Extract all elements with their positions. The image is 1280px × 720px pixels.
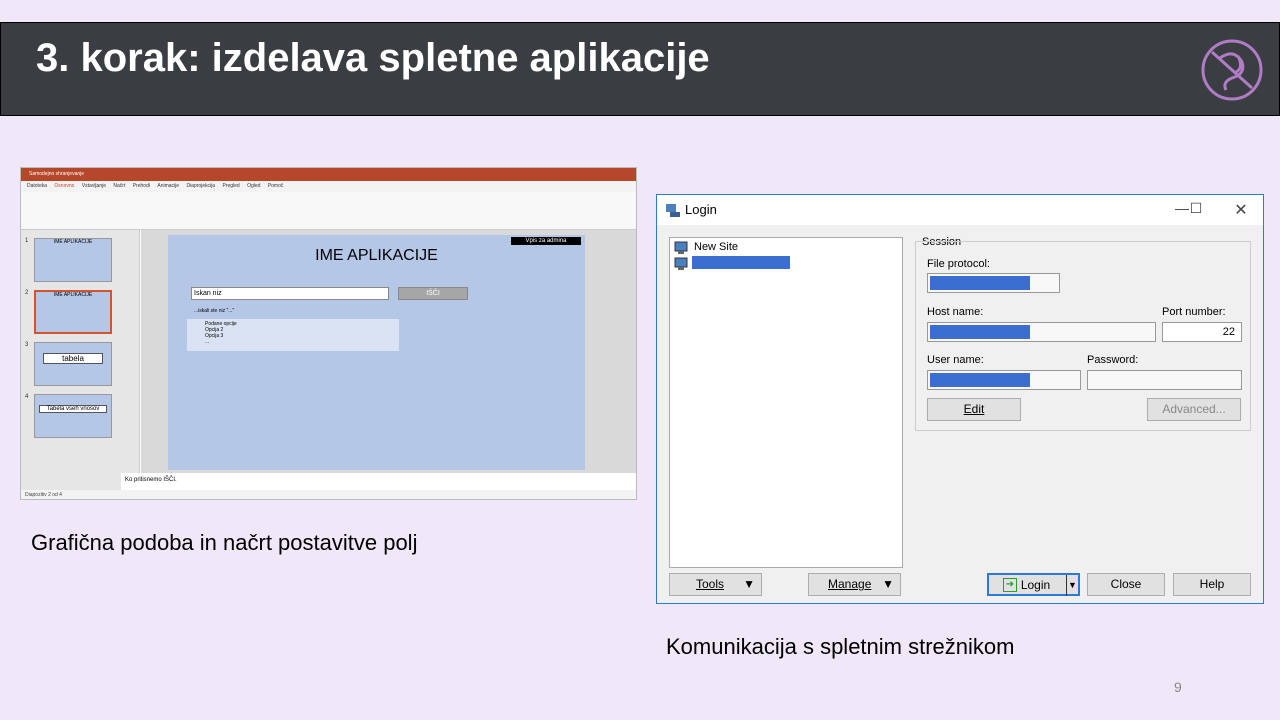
chevron-down-icon: ▼	[882, 577, 894, 591]
host-name-input[interactable]	[927, 322, 1156, 342]
computer-icon	[666, 204, 680, 217]
login-button[interactable]: ➜ Login ▼	[987, 573, 1080, 596]
ppt-menu-item[interactable]: Pregled	[222, 183, 239, 189]
file-protocol-select[interactable]	[927, 273, 1060, 293]
host-name-label: Host name:	[927, 306, 984, 318]
help-button[interactable]: Help	[1173, 573, 1251, 596]
password-label: Password:	[1087, 354, 1139, 366]
search-button[interactable]: IŠČI	[398, 287, 468, 300]
ppt-menu-item[interactable]: Datoteka	[27, 183, 47, 189]
ppt-slide-title: IME APLIKACIJE	[315, 247, 438, 264]
site-icon	[674, 257, 688, 270]
advanced-button[interactable]: Advanced...	[1147, 398, 1241, 421]
caption-left: Grafična podoba in načrt postavitve polj	[31, 530, 418, 555]
thumb-number: 1	[25, 238, 29, 244]
login-icon: ➜	[1003, 578, 1017, 592]
ppt-notes[interactable]: Ko pritisnemo IŠČI.	[121, 473, 636, 490]
tree-item-new-site[interactable]: New Site	[694, 241, 738, 253]
port-number-label: Port number:	[1162, 306, 1226, 318]
ppt-menu-item[interactable]: Načrt	[113, 183, 125, 189]
chevron-down-icon: ▼	[743, 577, 755, 591]
ppt-menu-item[interactable]: Ogled	[247, 183, 260, 189]
ppt-title-bar: Samodejno shranjevanje	[21, 168, 636, 181]
thumb-number: 3	[25, 342, 29, 348]
results-heading: ...iskali ste niz "..."	[194, 308, 235, 314]
password-input[interactable]	[1087, 370, 1242, 390]
close-button[interactable]: Close	[1087, 573, 1165, 596]
thumb-slide-1[interactable]: IME APLIKACIJE	[34, 238, 112, 282]
caption-right: Komunikacija s spletnim strežnikom	[666, 634, 1015, 659]
slide-title: 3. korak: izdelava spletne aplikacije	[36, 36, 710, 80]
logo-icon	[1201, 39, 1263, 101]
thumb-slide-4[interactable]: Tabela vseh vnosov	[34, 394, 112, 438]
admin-login-button[interactable]: Vpis za admina	[511, 237, 581, 245]
ppt-menu: Datoteka Osnovno Vstavljanje Načrt Preho…	[21, 181, 636, 192]
ppt-menu-item[interactable]: Animacije	[157, 183, 179, 189]
port-number-input[interactable]: 22	[1162, 322, 1242, 342]
ppt-menu-item[interactable]: Vstavljanje	[82, 183, 106, 189]
ppt-menu-item[interactable]: Osnovno	[54, 183, 74, 189]
close-window-button[interactable]: ✕	[1231, 200, 1251, 220]
ppt-menu-item[interactable]: Prehodi	[133, 183, 150, 189]
ppt-menu-item[interactable]: Diaprojekcija	[186, 183, 215, 189]
thumb-number: 4	[25, 394, 29, 400]
tree-item-redacted[interactable]	[692, 256, 790, 269]
user-name-label: User name:	[927, 354, 984, 366]
dialog-title: Login	[685, 202, 717, 217]
tools-button[interactable]: Tools ▼	[669, 573, 762, 596]
search-input[interactable]: Iskan niz	[191, 287, 389, 300]
powerpoint-screenshot: Samodejno shranjevanje Datoteka Osnovno …	[20, 167, 637, 500]
chevron-down-icon[interactable]: ▼	[1066, 575, 1078, 596]
thumb-number: 2	[25, 290, 29, 296]
ppt-thumbnails: 1 IME APLIKACIJE 2 IME APLIKACIJE 3 tabe…	[21, 230, 140, 493]
site-tree[interactable]: New Site	[669, 237, 903, 568]
dialog-title-bar: Login — ☐ ✕	[657, 195, 1263, 225]
thumb-slide-3[interactable]: tabela	[34, 342, 112, 386]
results-list: Podane opcije Opcija 2 Opcija 3 ...	[187, 319, 399, 351]
login-dialog: Login — ☐ ✕ New Site Session File protoc…	[656, 194, 1264, 604]
manage-button[interactable]: Manage ▼	[808, 573, 901, 596]
edit-button[interactable]: Edit	[927, 398, 1021, 421]
maximize-button[interactable]: ☐	[1186, 200, 1206, 217]
ppt-menu-item[interactable]: Pomoč	[268, 183, 284, 189]
user-name-input[interactable]	[927, 370, 1081, 390]
ppt-slide: IME APLIKACIJE Vpis za admina Iskan niz …	[168, 235, 585, 470]
result-item[interactable]: ...	[205, 339, 399, 345]
new-site-icon	[674, 241, 688, 254]
page-number: 9	[1174, 679, 1182, 695]
file-protocol-label: File protocol:	[927, 258, 990, 270]
thumb-slide-2[interactable]: IME APLIKACIJE	[34, 290, 112, 334]
ppt-ribbon	[21, 192, 636, 230]
ppt-status-bar: Diapozitiv 2 od 4	[21, 490, 636, 499]
